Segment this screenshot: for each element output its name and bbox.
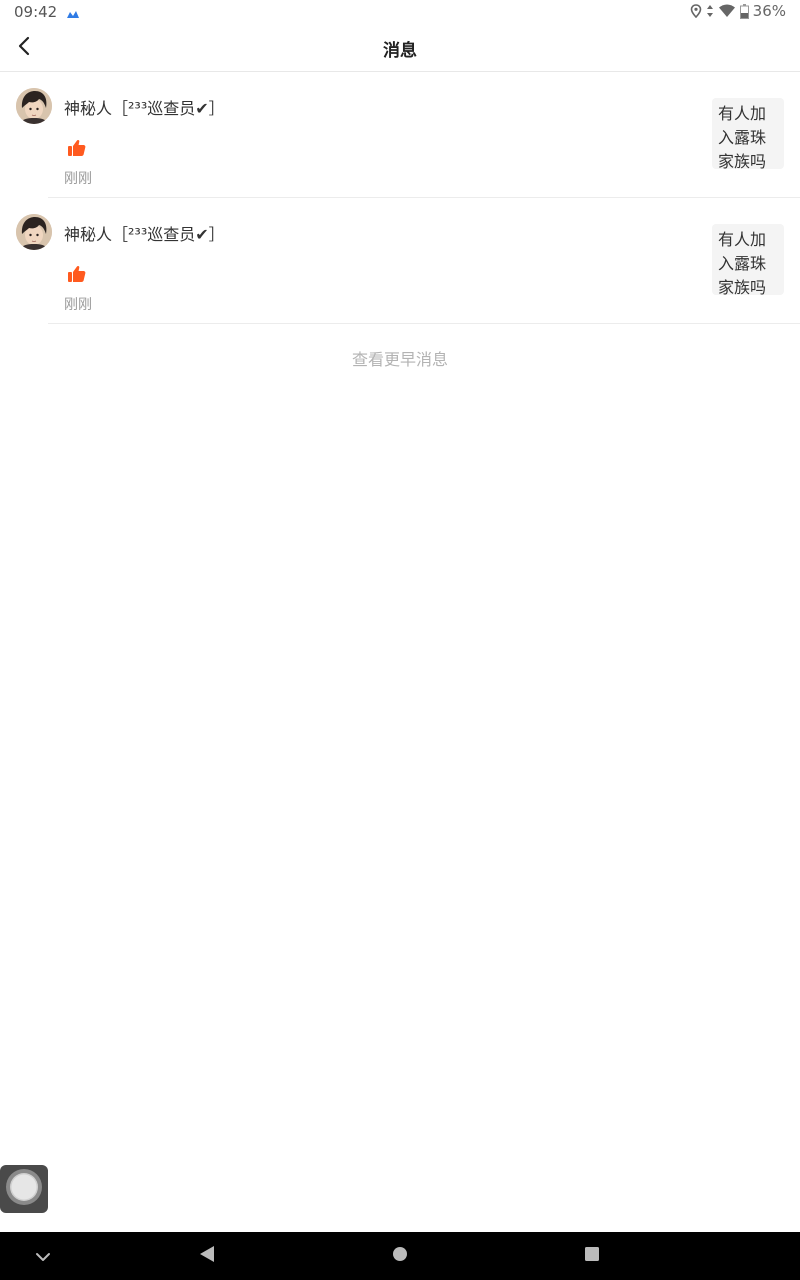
message-page: 09:42 36% 消息 神秘人［²³³巡查员✔］ 刚刚 有人加入露珠家族吗 神… xyxy=(0,0,800,1280)
message-time: 刚刚 xyxy=(64,297,92,313)
post-preview-text: 有人加入露珠家族吗 xyxy=(718,104,767,169)
message-sender: 神秘人［²³³巡查员✔］ xyxy=(64,225,225,244)
location-icon xyxy=(690,4,702,18)
message-sender: 神秘人［²³³巡查员✔］ xyxy=(64,99,225,118)
back-triangle-icon xyxy=(199,1245,215,1267)
list-item[interactable]: 神秘人［²³³巡查员✔］ 刚刚 有人加入露珠家族吗 xyxy=(0,198,800,324)
page-title: 消息 xyxy=(383,41,417,61)
divider xyxy=(48,323,800,324)
floating-assist-button[interactable] xyxy=(0,1165,48,1213)
home-circle-icon xyxy=(392,1246,408,1266)
data-arrows-icon xyxy=(706,4,714,18)
app-notification-icon xyxy=(66,6,80,18)
message-time: 刚刚 xyxy=(64,171,92,187)
status-icons: 36% xyxy=(690,2,786,20)
view-earlier-messages-link[interactable]: 查看更早消息 xyxy=(0,346,800,370)
app-bar: 消息 xyxy=(0,24,800,72)
battery-percent: 36% xyxy=(752,2,786,20)
thumbs-up-icon xyxy=(67,264,87,284)
post-preview[interactable]: 有人加入露珠家族吗 xyxy=(712,98,784,169)
list-item[interactable]: 神秘人［²³³巡查员✔］ 刚刚 有人加入露珠家族吗 xyxy=(0,72,800,198)
recents-square-icon xyxy=(584,1246,600,1266)
message-list: 神秘人［²³³巡查员✔］ 刚刚 有人加入露珠家族吗 神秘人［²³³巡查员✔］ 刚… xyxy=(0,72,800,324)
status-bar: 09:42 36% xyxy=(0,0,800,24)
wifi-icon xyxy=(718,4,736,18)
navigation-bar xyxy=(0,1232,800,1280)
nav-back-button[interactable] xyxy=(177,1232,237,1280)
thumbs-up-icon xyxy=(67,138,87,158)
nav-home-button[interactable] xyxy=(370,1232,430,1280)
post-preview-text: 有人加入露珠家族吗 xyxy=(718,230,767,295)
avatar[interactable] xyxy=(16,214,52,250)
nav-recents-button[interactable] xyxy=(562,1232,622,1280)
post-preview[interactable]: 有人加入露珠家族吗 xyxy=(712,224,784,295)
hide-nav-button[interactable] xyxy=(13,1232,73,1280)
chevron-down-icon xyxy=(35,1247,51,1266)
battery-icon xyxy=(739,3,749,19)
assist-circle-icon xyxy=(4,1167,44,1211)
status-time: 09:42 xyxy=(14,3,58,21)
avatar[interactable] xyxy=(16,88,52,124)
